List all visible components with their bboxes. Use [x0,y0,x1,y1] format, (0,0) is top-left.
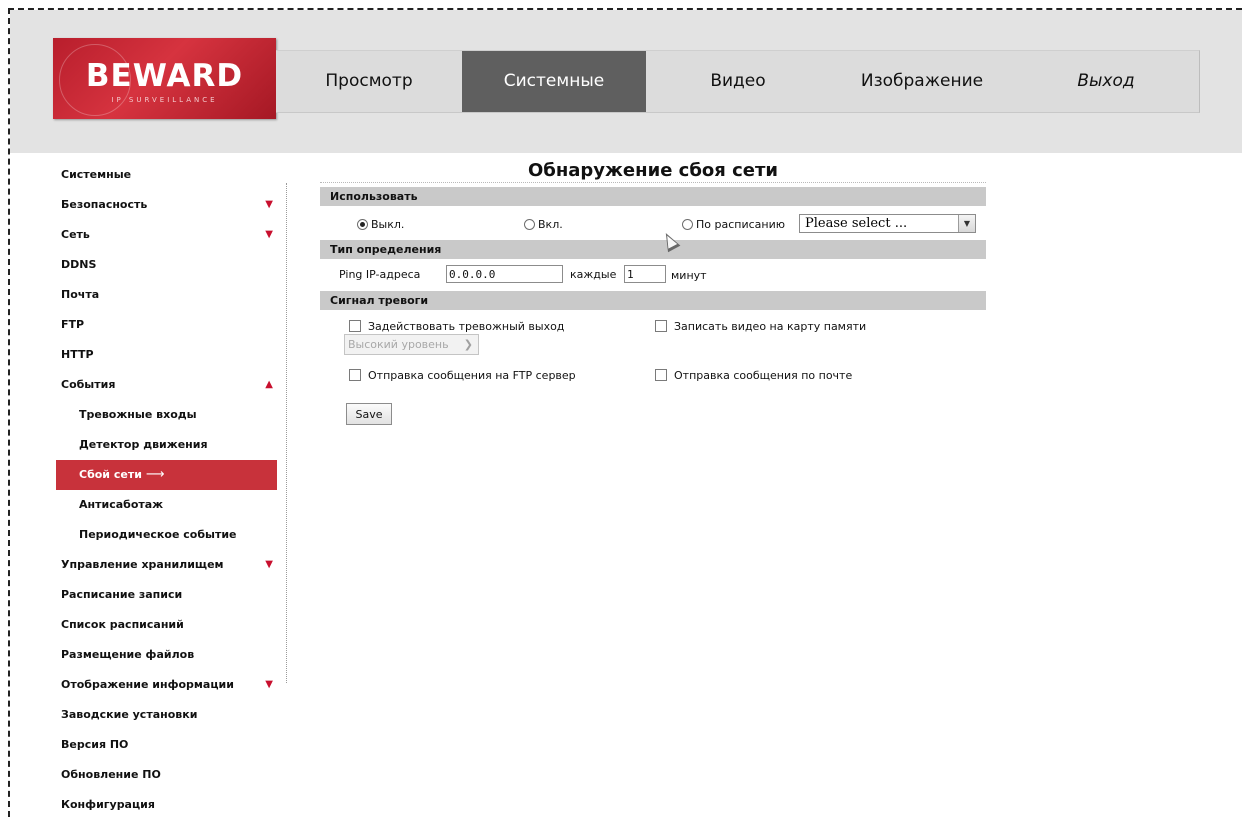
sidebar-item-raspisanie-zapisi[interactable]: Расписание записи [56,580,277,610]
sidebar-item-label: События [61,378,116,391]
sidebar-item-detektor-dvizheniya[interactable]: Детектор движения [56,430,277,460]
sidebar-item-periodicheskoe-sobytie[interactable]: Периодическое событие [56,520,277,550]
alarm-output-checkbox[interactable]: Задействовать тревожный выход [349,320,564,333]
sidebar-item-label: Тревожные входы [79,408,197,421]
triangle-down-icon[interactable]: ▼ [265,670,273,700]
sidebar-item-label: Детектор движения [79,438,208,451]
section-heading-detect: Тип определения [320,240,986,259]
sidebar-item-razmeshchenie-faylov[interactable]: Размещение файлов [56,640,277,670]
sidebar-item-otobrazhenie-informatsii[interactable]: Отображение информации ▼ [56,670,277,700]
sidebar-item-ddns[interactable]: DDNS [56,250,277,280]
checkbox-icon[interactable] [349,369,361,381]
every-label: каждые [570,268,617,281]
chevron-down-icon[interactable]: ▼ [958,215,975,232]
tab-izobrazhenie[interactable]: Изображение [830,51,1014,112]
sidebar-item-label: Конфигурация [61,798,155,811]
sidebar-item-sobytiya[interactable]: События ▲ [56,370,277,400]
alarm-output-label: Задействовать тревожный выход [368,320,565,333]
sidebar-item-label: Размещение файлов [61,648,195,661]
beward-logo: BEWARD IP SURVEILLANCE [53,38,276,119]
radio-unchecked-icon[interactable] [524,219,535,230]
sidebar-item-http[interactable]: HTTP [56,340,277,370]
ping-label: Ping IP-адреса [339,268,421,281]
triangle-down-icon[interactable]: ▼ [265,190,273,220]
sidebar-item-upravlenie-khranilishchem[interactable]: Управление хранилищем ▼ [56,550,277,580]
sidebar-item-label: Версия ПО [61,738,129,751]
sidebar-item-zavodskie-ustanovki[interactable]: Заводские установки [56,700,277,730]
minutes-label: минут [671,269,707,282]
radio-on[interactable]: Вкл. [524,218,563,231]
send-mail-label: Отправка сообщения по почте [674,369,853,382]
logo-tagline: IP SURVEILLANCE [111,96,218,104]
chevron-down-icon: ❯ [463,338,473,351]
sidebar-divider [286,183,287,683]
sidebar-item-label: Периодическое событие [79,528,237,541]
sidebar-item-label: FTP [61,318,85,331]
checkbox-icon[interactable] [349,320,361,332]
radio-schedule-label: По расписанию [696,218,785,231]
triangle-down-icon[interactable]: ▼ [265,550,273,580]
tab-video[interactable]: Видео [646,51,830,112]
sidebar-item-bezopasnost[interactable]: Безопасность ▼ [56,190,277,220]
checkbox-icon[interactable] [655,369,667,381]
sidebar-item-label: Отображение информации [61,678,234,691]
ping-ip-input[interactable] [446,265,563,283]
radio-off[interactable]: Выкл. [357,218,404,231]
sidebar-item-label: Сбой сети [79,468,142,481]
sidebar-item-label: HTTP [61,348,94,361]
sidebar-item-konfiguratsiya[interactable]: Конфигурация [56,790,277,820]
radio-off-label: Выкл. [371,218,405,231]
sidebar-item-antisabotazh[interactable]: Антисаботаж [56,490,277,520]
sidebar-item-sboy-seti[interactable]: Сбой сети ⟶ [56,460,277,490]
signal-level-value: Высокий уровень [348,338,449,351]
radio-schedule[interactable]: По расписанию [682,218,785,231]
sidebar-item-label: Список расписаний [61,618,184,631]
schedule-select-value: Please select ... [805,216,908,231]
interval-input[interactable] [624,265,666,283]
triangle-up-icon[interactable]: ▲ [265,370,273,400]
signal-level-select: Высокий уровень ❯ [344,334,479,355]
sidebar-item-label: Почта [61,288,100,301]
tab-vykhod[interactable]: Выход [1014,51,1198,112]
tab-sistemnye[interactable]: Системные [462,51,646,112]
sidebar-item-versiya-po[interactable]: Версия ПО [56,730,277,760]
sidebar: Системные Безопасность ▼ Сеть ▼ DDNS Почта… [56,160,277,820]
sidebar-item-ftp[interactable]: FTP [56,310,277,340]
page-title: Обнаружение сбоя сети [320,160,986,183]
sidebar-item-label: Обновление ПО [61,768,161,781]
sidebar-item-pochta[interactable]: Почта [56,280,277,310]
sidebar-item-spisok-raspisaniy[interactable]: Список расписаний [56,610,277,640]
triangle-down-icon[interactable]: ▼ [265,220,273,250]
logo-brand: BEWARD [85,58,244,94]
arrow-right-icon: ⟶ [145,467,165,482]
sidebar-item-obnovlenie-po[interactable]: Обновление ПО [56,760,277,790]
sidebar-item-label: Антисаботаж [79,498,164,511]
sidebar-item-label: Управление хранилищем [61,558,224,571]
radio-unchecked-icon[interactable] [682,219,693,230]
radio-on-label: Вкл. [538,218,563,231]
sidebar-item-trevozhnye-vkhody[interactable]: Тревожные входы [56,400,277,430]
section-heading-use: Использовать [320,187,986,206]
sidebar-item-label: Сеть [61,228,90,241]
send-ftp-checkbox[interactable]: Отправка сообщения на FTP сервер [349,369,576,382]
tab-prosmotr[interactable]: Просмотр [276,51,462,112]
top-navigation: Просмотр Системные Видео Изображение Вых… [276,50,1200,113]
send-ftp-label: Отправка сообщения на FTP сервер [368,369,576,382]
sidebar-item-set[interactable]: Сеть ▼ [56,220,277,250]
record-sd-checkbox[interactable]: Записать видео на карту памяти [655,320,866,333]
section-heading-alarm: Сигнал тревоги [320,291,986,310]
send-mail-checkbox[interactable]: Отправка сообщения по почте [655,369,852,382]
record-sd-label: Записать видео на карту памяти [674,320,867,333]
sidebar-item-label: DDNS [61,258,97,271]
sidebar-item-label: Расписание записи [61,588,183,601]
checkbox-icon[interactable] [655,320,667,332]
radio-checked-icon[interactable] [357,219,368,230]
schedule-select[interactable]: Please select ... ▼ [799,214,976,233]
save-button[interactable]: Save [346,403,392,425]
sidebar-item-sistemnye[interactable]: Системные [56,160,277,190]
sidebar-item-label: Заводские установки [61,708,198,721]
sidebar-item-label: Системные [61,168,132,181]
sidebar-item-label: Безопасность [61,198,148,211]
